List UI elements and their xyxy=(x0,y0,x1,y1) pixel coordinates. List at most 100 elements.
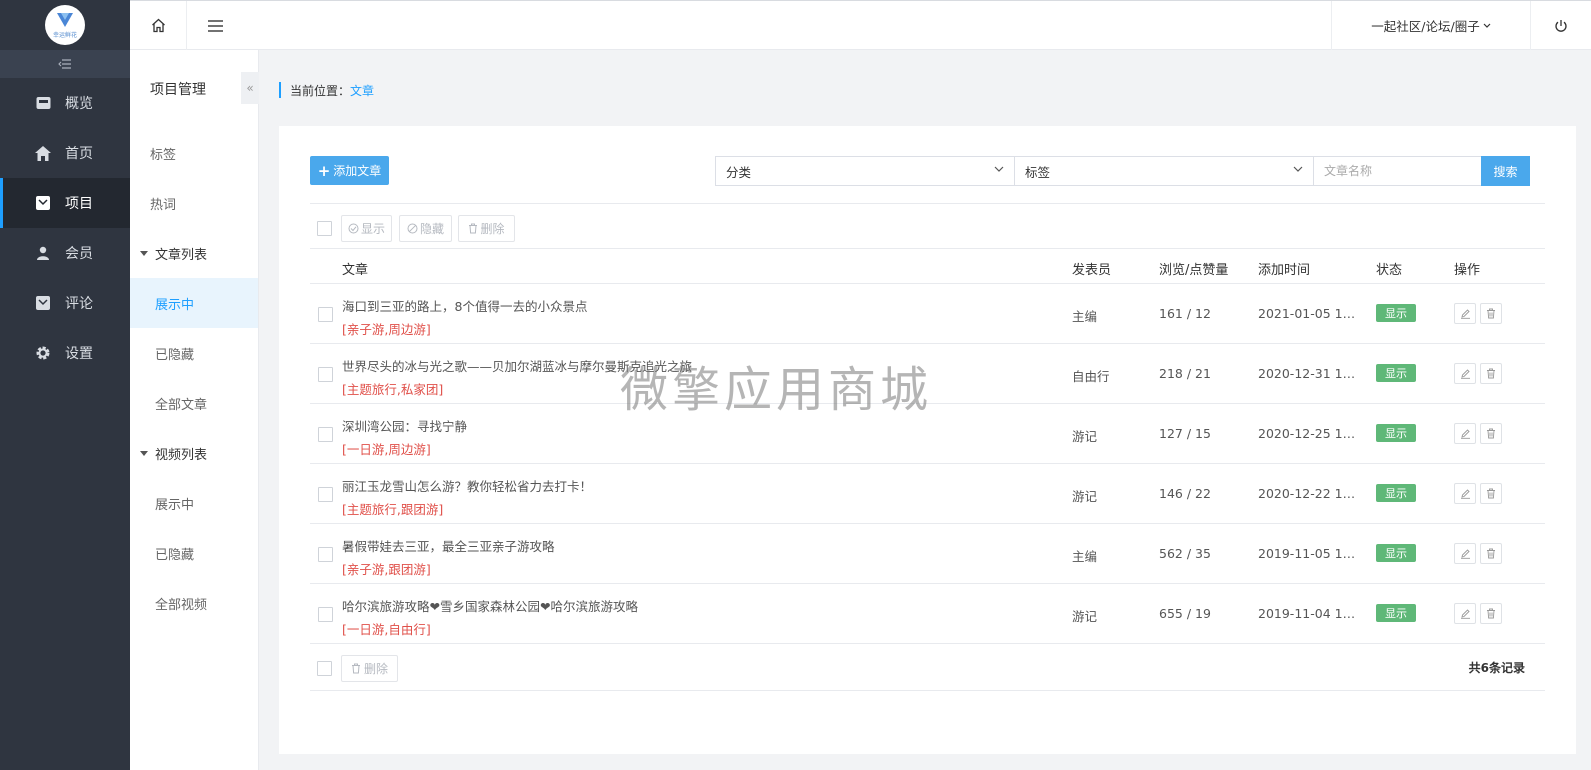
nav-item-comment[interactable]: 评论 xyxy=(0,278,130,328)
tag-select[interactable]: 标签 xyxy=(1014,156,1314,186)
article-views: 127 / 15 xyxy=(1159,426,1211,441)
divider xyxy=(310,203,1545,204)
article-title[interactable]: 哈尔滨旅游攻略❤雪乡国家森林公园❤哈尔滨旅游攻略 xyxy=(342,596,638,615)
status-badge[interactable]: 显示 xyxy=(1376,304,1416,322)
sidebar-collapse-button[interactable] xyxy=(0,50,130,78)
row-checkbox[interactable] xyxy=(318,367,333,382)
home-button[interactable] xyxy=(130,1,187,50)
nav-item-label: 设置 xyxy=(65,346,93,362)
article-title[interactable]: 丽江玉龙雪山怎么游？教你轻松省力去打卡！ xyxy=(342,476,592,495)
article-time: 2019-11-05 15:20 xyxy=(1258,546,1363,561)
article-time: 2021-01-05 15:32 xyxy=(1258,306,1363,321)
logo-icon xyxy=(57,13,73,27)
nav-item-member[interactable]: 会员 xyxy=(0,228,130,278)
trash-icon xyxy=(351,663,360,674)
article-title[interactable]: 世界尽头的冰与光之歌——贝加尔湖蓝冰与摩尔曼斯克追光之旅 xyxy=(342,356,692,375)
sub-item-video-hidden[interactable]: 已隐藏 xyxy=(130,528,258,578)
delete-button[interactable] xyxy=(1480,483,1502,504)
edit-button[interactable] xyxy=(1454,363,1476,384)
edit-button[interactable] xyxy=(1454,423,1476,444)
sub-item-article-hidden[interactable]: 已隐藏 xyxy=(130,328,258,378)
row-checkbox[interactable] xyxy=(318,607,333,622)
user-icon xyxy=(35,245,51,261)
logo[interactable]: 幸运鲜花 xyxy=(45,5,85,45)
delete-button[interactable] xyxy=(1480,363,1502,384)
status-badge[interactable]: 显示 xyxy=(1376,544,1416,562)
status-badge[interactable]: 显示 xyxy=(1376,484,1416,502)
main-sidebar: 幸运鲜花 概览 首页 项目 会员 评论 设置 xyxy=(0,0,130,770)
batch-delete-button[interactable]: 删除 xyxy=(458,215,515,242)
article-author: 主编 xyxy=(1072,549,1098,564)
delete-button[interactable] xyxy=(1480,603,1502,624)
sub-item-video-showing[interactable]: 展示中 xyxy=(130,478,258,528)
row-checkbox[interactable] xyxy=(318,427,333,442)
logout-button[interactable] xyxy=(1531,1,1591,50)
sub-item-video-all[interactable]: 全部视频 xyxy=(130,578,258,628)
sub-group-articles[interactable]: 文章列表 xyxy=(130,228,258,278)
edit-button[interactable] xyxy=(1454,543,1476,564)
table-row: 暑假带娃去三亚，最全三亚亲子游攻略 [亲子游,跟团游] 主编 562 / 35 … xyxy=(310,524,1545,584)
row-checkbox[interactable] xyxy=(318,487,333,502)
status-badge[interactable]: 显示 xyxy=(1376,364,1416,382)
nav-item-label: 项目 xyxy=(65,196,93,212)
sub-item-article-all[interactable]: 全部文章 xyxy=(130,378,258,428)
article-time: 2020-12-25 14:10 xyxy=(1258,426,1363,441)
chevron-down-icon xyxy=(1293,166,1303,172)
article-title[interactable]: 暑假带娃去三亚，最全三亚亲子游攻略 xyxy=(342,536,555,555)
power-icon xyxy=(1555,19,1567,32)
edit-button[interactable] xyxy=(1454,603,1476,624)
status-badge[interactable]: 显示 xyxy=(1376,424,1416,442)
nav-item-settings[interactable]: 设置 xyxy=(0,328,130,378)
sub-item-hotword[interactable]: 热词 xyxy=(130,178,258,228)
menu-toggle-button[interactable] xyxy=(187,1,244,50)
delete-button[interactable] xyxy=(1480,423,1502,444)
nav-item-label: 会员 xyxy=(65,246,93,262)
article-tags: [一日游,周边游] xyxy=(342,442,431,457)
trash-icon xyxy=(1487,368,1495,379)
sub-item-tag[interactable]: 标签 xyxy=(130,128,258,178)
project-icon xyxy=(35,195,51,211)
column-header-views: 浏览/点赞量 xyxy=(1159,263,1229,278)
sub-sidebar-title: 项目管理 xyxy=(150,82,206,98)
breadcrumb-current[interactable]: 文章 xyxy=(350,82,374,99)
batch-hide-label: 隐藏 xyxy=(419,222,444,236)
pencil-icon xyxy=(1460,489,1470,499)
article-views: 218 / 21 xyxy=(1159,366,1211,381)
search-button[interactable]: 搜索 xyxy=(1481,156,1530,186)
batch-show-button[interactable]: 显示 xyxy=(341,215,392,242)
article-time: 2020-12-22 11:45 xyxy=(1258,486,1363,501)
tag-select-value: 标签 xyxy=(1025,164,1051,180)
nav-item-overview[interactable]: 概览 xyxy=(0,78,130,128)
batch-hide-button[interactable]: 隐藏 xyxy=(399,215,452,242)
sub-sidebar-fold-button[interactable]: « xyxy=(241,72,259,104)
nav-item-home[interactable]: 首页 xyxy=(0,128,130,178)
sub-group-videos[interactable]: 视频列表 xyxy=(130,428,258,478)
footer-select-all-checkbox[interactable] xyxy=(317,661,332,676)
article-views: 655 / 19 xyxy=(1159,606,1211,621)
nav-item-label: 评论 xyxy=(65,296,93,312)
add-article-button[interactable]: + 添加文章 xyxy=(310,156,389,185)
edit-button[interactable] xyxy=(1454,483,1476,504)
sub-group-label: 视频列表 xyxy=(155,447,208,463)
sub-item-article-showing[interactable]: 展示中 xyxy=(130,278,258,328)
row-checkbox[interactable] xyxy=(318,547,333,562)
article-name-input[interactable] xyxy=(1313,156,1481,186)
nav-item-project[interactable]: 项目 xyxy=(0,178,130,228)
article-title[interactable]: 海口到三亚的路上，8个值得一去的小众景点 xyxy=(342,296,587,315)
category-select[interactable]: 分类 xyxy=(715,156,1015,186)
edit-button[interactable] xyxy=(1454,303,1476,324)
status-badge[interactable]: 显示 xyxy=(1376,604,1416,622)
community-dropdown[interactable]: 一起社区/论坛/圈子 xyxy=(1331,1,1531,50)
footer-delete-button[interactable]: 删除 xyxy=(341,655,398,682)
trash-icon xyxy=(1487,308,1495,319)
pencil-icon xyxy=(1460,369,1470,379)
row-checkbox[interactable] xyxy=(318,307,333,322)
article-panel: + 添加文章 分类 标签 搜索 显示 隐藏 删除 文章 发表员 浏览/点赞量 添… xyxy=(279,126,1576,754)
article-tags: [一日游,自由行] xyxy=(342,622,431,637)
delete-button[interactable] xyxy=(1480,543,1502,564)
article-title[interactable]: 深圳湾公园：寻找宁静 xyxy=(342,416,467,435)
footer-delete-label: 删除 xyxy=(363,662,388,676)
select-all-checkbox[interactable] xyxy=(317,221,332,236)
delete-button[interactable] xyxy=(1480,303,1502,324)
hamburger-icon xyxy=(208,19,223,32)
